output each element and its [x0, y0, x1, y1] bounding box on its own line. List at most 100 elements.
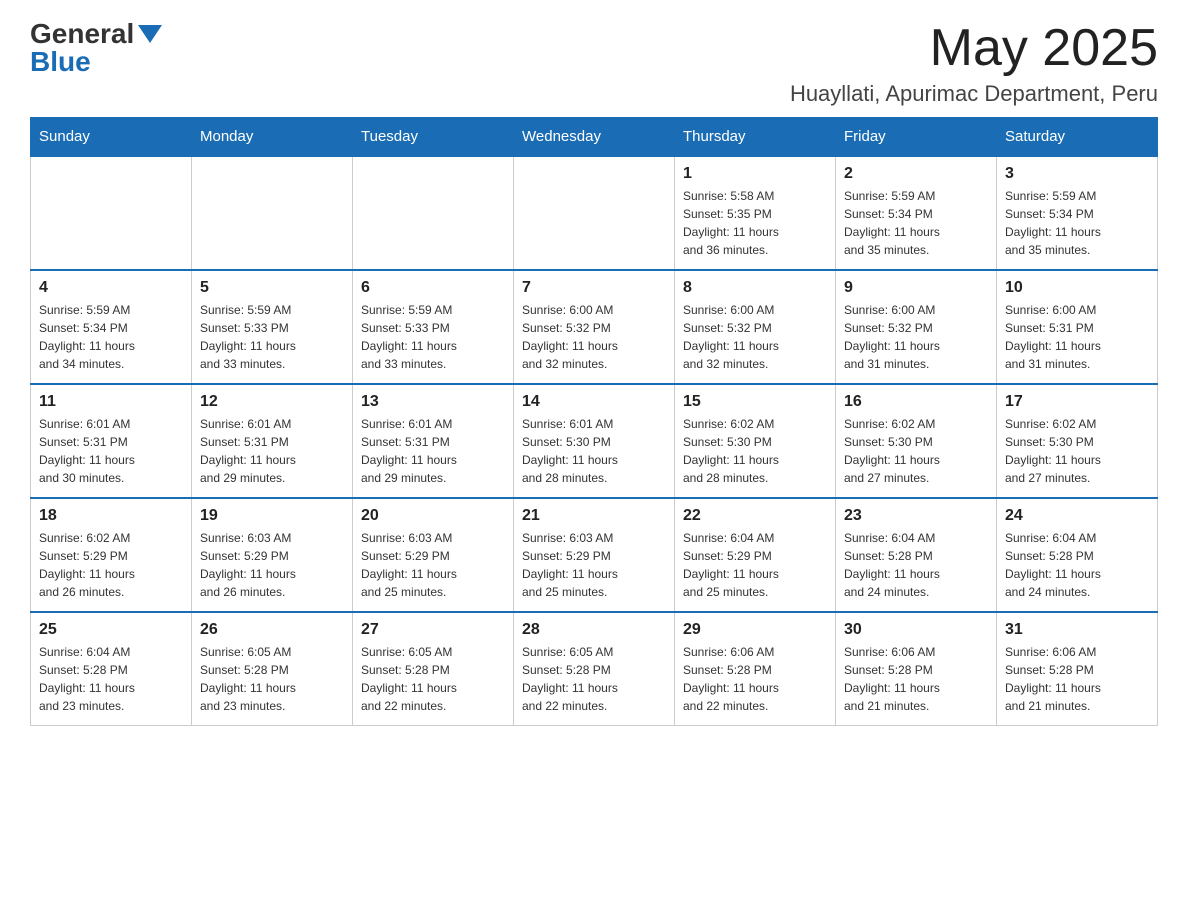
day-info: Sunrise: 6:04 AM Sunset: 5:28 PM Dayligh…	[1005, 529, 1149, 601]
page-header: General Blue May 2025 Huayllati, Apurima…	[30, 20, 1158, 107]
calendar-cell: 4Sunrise: 5:59 AM Sunset: 5:34 PM Daylig…	[31, 270, 192, 384]
weekday-header-row: SundayMondayTuesdayWednesdayThursdayFrid…	[31, 118, 1158, 157]
day-info: Sunrise: 5:58 AM Sunset: 5:35 PM Dayligh…	[683, 187, 827, 259]
day-info: Sunrise: 6:01 AM Sunset: 5:31 PM Dayligh…	[39, 415, 183, 487]
calendar-week-row: 11 Sunrise: 6:01 AM Sunset: 5:31 PM Dayli…	[31, 384, 1158, 498]
day-info: Sunrise: 6:01 AM Sunset: 5:31 PM Dayligh…	[361, 415, 505, 487]
day-number: 19	[200, 507, 344, 525]
calendar-cell: 23 Sunrise: 6:04 AM Sunset: 5:28 PM Dayli…	[836, 498, 997, 612]
day-number: 8	[683, 279, 827, 297]
day-info: Sunrise: 6:05 AM Sunset: 5:28 PM Dayligh…	[200, 643, 344, 715]
logo-general-text: General	[30, 20, 134, 48]
day-info: Sunrise: 5:59 AM Sunset: 5:34 PM Dayligh…	[844, 187, 988, 259]
day-number: 23	[844, 507, 988, 525]
day-info: Sunrise: 6:06 AM Sunset: 5:28 PM Dayligh…	[844, 643, 988, 715]
day-info: Sunrise: 5:59 AM Sunset: 5:33 PM Dayligh…	[200, 301, 344, 373]
calendar-cell: 5 Sunrise: 5:59 AM Sunset: 5:33 PM Daylig…	[192, 270, 353, 384]
day-number: 29	[683, 621, 827, 639]
day-number: 30	[844, 621, 988, 639]
day-info: Sunrise: 6:02 AM Sunset: 5:30 PM Dayligh…	[844, 415, 988, 487]
calendar-cell: 14Sunrise: 6:01 AM Sunset: 5:30 PM Dayli…	[514, 384, 675, 498]
day-info: Sunrise: 6:00 AM Sunset: 5:32 PM Dayligh…	[844, 301, 988, 373]
calendar-cell: 7Sunrise: 6:00 AM Sunset: 5:32 PM Daylig…	[514, 270, 675, 384]
weekday-header-monday: Monday	[192, 118, 353, 157]
location-title: Huayllati, Apurimac Department, Peru	[790, 81, 1158, 107]
day-number: 24	[1005, 507, 1149, 525]
calendar-cell: 2 Sunrise: 5:59 AM Sunset: 5:34 PM Daylig…	[836, 156, 997, 270]
day-number: 28	[522, 621, 666, 639]
logo-blue-text: Blue	[30, 48, 91, 76]
day-info: Sunrise: 6:03 AM Sunset: 5:29 PM Dayligh…	[200, 529, 344, 601]
calendar-cell: 19 Sunrise: 6:03 AM Sunset: 5:29 PM Dayli…	[192, 498, 353, 612]
calendar-week-row: 25Sunrise: 6:04 AM Sunset: 5:28 PM Dayli…	[31, 612, 1158, 726]
calendar-cell: 31 Sunrise: 6:06 AM Sunset: 5:28 PM Dayli…	[997, 612, 1158, 726]
day-info: Sunrise: 6:02 AM Sunset: 5:30 PM Dayligh…	[683, 415, 827, 487]
day-number: 3	[1005, 165, 1149, 183]
calendar-cell: 10 Sunrise: 6:00 AM Sunset: 5:31 PM Dayli…	[997, 270, 1158, 384]
calendar-cell: 12Sunrise: 6:01 AM Sunset: 5:31 PM Dayli…	[192, 384, 353, 498]
day-number: 22	[683, 507, 827, 525]
day-info: Sunrise: 5:59 AM Sunset: 5:33 PM Dayligh…	[361, 301, 505, 373]
calendar-cell: 1 Sunrise: 5:58 AM Sunset: 5:35 PM Daylig…	[675, 156, 836, 270]
calendar-week-row: 18Sunrise: 6:02 AM Sunset: 5:29 PM Dayli…	[31, 498, 1158, 612]
day-number: 7	[522, 279, 666, 297]
calendar-cell: 11 Sunrise: 6:01 AM Sunset: 5:31 PM Dayli…	[31, 384, 192, 498]
day-info: Sunrise: 6:02 AM Sunset: 5:29 PM Dayligh…	[39, 529, 183, 601]
day-number: 15	[683, 393, 827, 411]
day-info: Sunrise: 6:06 AM Sunset: 5:28 PM Dayligh…	[683, 643, 827, 715]
day-info: Sunrise: 6:03 AM Sunset: 5:29 PM Dayligh…	[522, 529, 666, 601]
day-info: Sunrise: 6:00 AM Sunset: 5:31 PM Dayligh…	[1005, 301, 1149, 373]
calendar-cell: 30 Sunrise: 6:06 AM Sunset: 5:28 PM Dayli…	[836, 612, 997, 726]
calendar-cell: 24 Sunrise: 6:04 AM Sunset: 5:28 PM Dayli…	[997, 498, 1158, 612]
calendar-cell: 9 Sunrise: 6:00 AM Sunset: 5:32 PM Daylig…	[836, 270, 997, 384]
weekday-header-friday: Friday	[836, 118, 997, 157]
day-number: 10	[1005, 279, 1149, 297]
calendar-cell	[353, 156, 514, 270]
calendar-cell: 8 Sunrise: 6:00 AM Sunset: 5:32 PM Daylig…	[675, 270, 836, 384]
calendar-cell: 27Sunrise: 6:05 AM Sunset: 5:28 PM Dayli…	[353, 612, 514, 726]
month-title: May 2025	[790, 20, 1158, 77]
calendar-week-row: 4Sunrise: 5:59 AM Sunset: 5:34 PM Daylig…	[31, 270, 1158, 384]
calendar-cell: 16Sunrise: 6:02 AM Sunset: 5:30 PM Dayli…	[836, 384, 997, 498]
day-number: 9	[844, 279, 988, 297]
day-info: Sunrise: 6:04 AM Sunset: 5:28 PM Dayligh…	[39, 643, 183, 715]
day-info: Sunrise: 5:59 AM Sunset: 5:34 PM Dayligh…	[1005, 187, 1149, 259]
calendar-table: SundayMondayTuesdayWednesdayThursdayFrid…	[30, 117, 1158, 726]
calendar-cell	[192, 156, 353, 270]
calendar-cell: 20Sunrise: 6:03 AM Sunset: 5:29 PM Dayli…	[353, 498, 514, 612]
calendar-cell	[514, 156, 675, 270]
day-number: 13	[361, 393, 505, 411]
calendar-cell: 21 Sunrise: 6:03 AM Sunset: 5:29 PM Dayli…	[514, 498, 675, 612]
weekday-header-wednesday: Wednesday	[514, 118, 675, 157]
day-info: Sunrise: 6:06 AM Sunset: 5:28 PM Dayligh…	[1005, 643, 1149, 715]
calendar-cell: 22 Sunrise: 6:04 AM Sunset: 5:29 PM Dayli…	[675, 498, 836, 612]
calendar-week-row: 1 Sunrise: 5:58 AM Sunset: 5:35 PM Daylig…	[31, 156, 1158, 270]
logo: General Blue	[30, 20, 162, 76]
day-number: 11	[39, 393, 183, 411]
weekday-header-thursday: Thursday	[675, 118, 836, 157]
day-number: 1	[683, 165, 827, 183]
day-number: 6	[361, 279, 505, 297]
calendar-cell: 13 Sunrise: 6:01 AM Sunset: 5:31 PM Dayli…	[353, 384, 514, 498]
day-info: Sunrise: 6:05 AM Sunset: 5:28 PM Dayligh…	[361, 643, 505, 715]
calendar-cell: 18Sunrise: 6:02 AM Sunset: 5:29 PM Dayli…	[31, 498, 192, 612]
day-number: 5	[200, 279, 344, 297]
day-number: 2	[844, 165, 988, 183]
day-number: 4	[39, 279, 183, 297]
calendar-cell: 25Sunrise: 6:04 AM Sunset: 5:28 PM Dayli…	[31, 612, 192, 726]
calendar-cell: 26 Sunrise: 6:05 AM Sunset: 5:28 PM Dayli…	[192, 612, 353, 726]
day-info: Sunrise: 6:02 AM Sunset: 5:30 PM Dayligh…	[1005, 415, 1149, 487]
calendar-cell: 3 Sunrise: 5:59 AM Sunset: 5:34 PM Daylig…	[997, 156, 1158, 270]
day-info: Sunrise: 6:04 AM Sunset: 5:28 PM Dayligh…	[844, 529, 988, 601]
day-number: 21	[522, 507, 666, 525]
day-info: Sunrise: 6:01 AM Sunset: 5:30 PM Dayligh…	[522, 415, 666, 487]
day-number: 26	[200, 621, 344, 639]
calendar-cell: 29 Sunrise: 6:06 AM Sunset: 5:28 PM Dayli…	[675, 612, 836, 726]
calendar-cell: 28 Sunrise: 6:05 AM Sunset: 5:28 PM Dayli…	[514, 612, 675, 726]
weekday-header-saturday: Saturday	[997, 118, 1158, 157]
day-info: Sunrise: 6:00 AM Sunset: 5:32 PM Dayligh…	[683, 301, 827, 373]
day-info: Sunrise: 6:05 AM Sunset: 5:28 PM Dayligh…	[522, 643, 666, 715]
day-info: Sunrise: 6:04 AM Sunset: 5:29 PM Dayligh…	[683, 529, 827, 601]
calendar-cell: 6 Sunrise: 5:59 AM Sunset: 5:33 PM Daylig…	[353, 270, 514, 384]
day-number: 31	[1005, 621, 1149, 639]
